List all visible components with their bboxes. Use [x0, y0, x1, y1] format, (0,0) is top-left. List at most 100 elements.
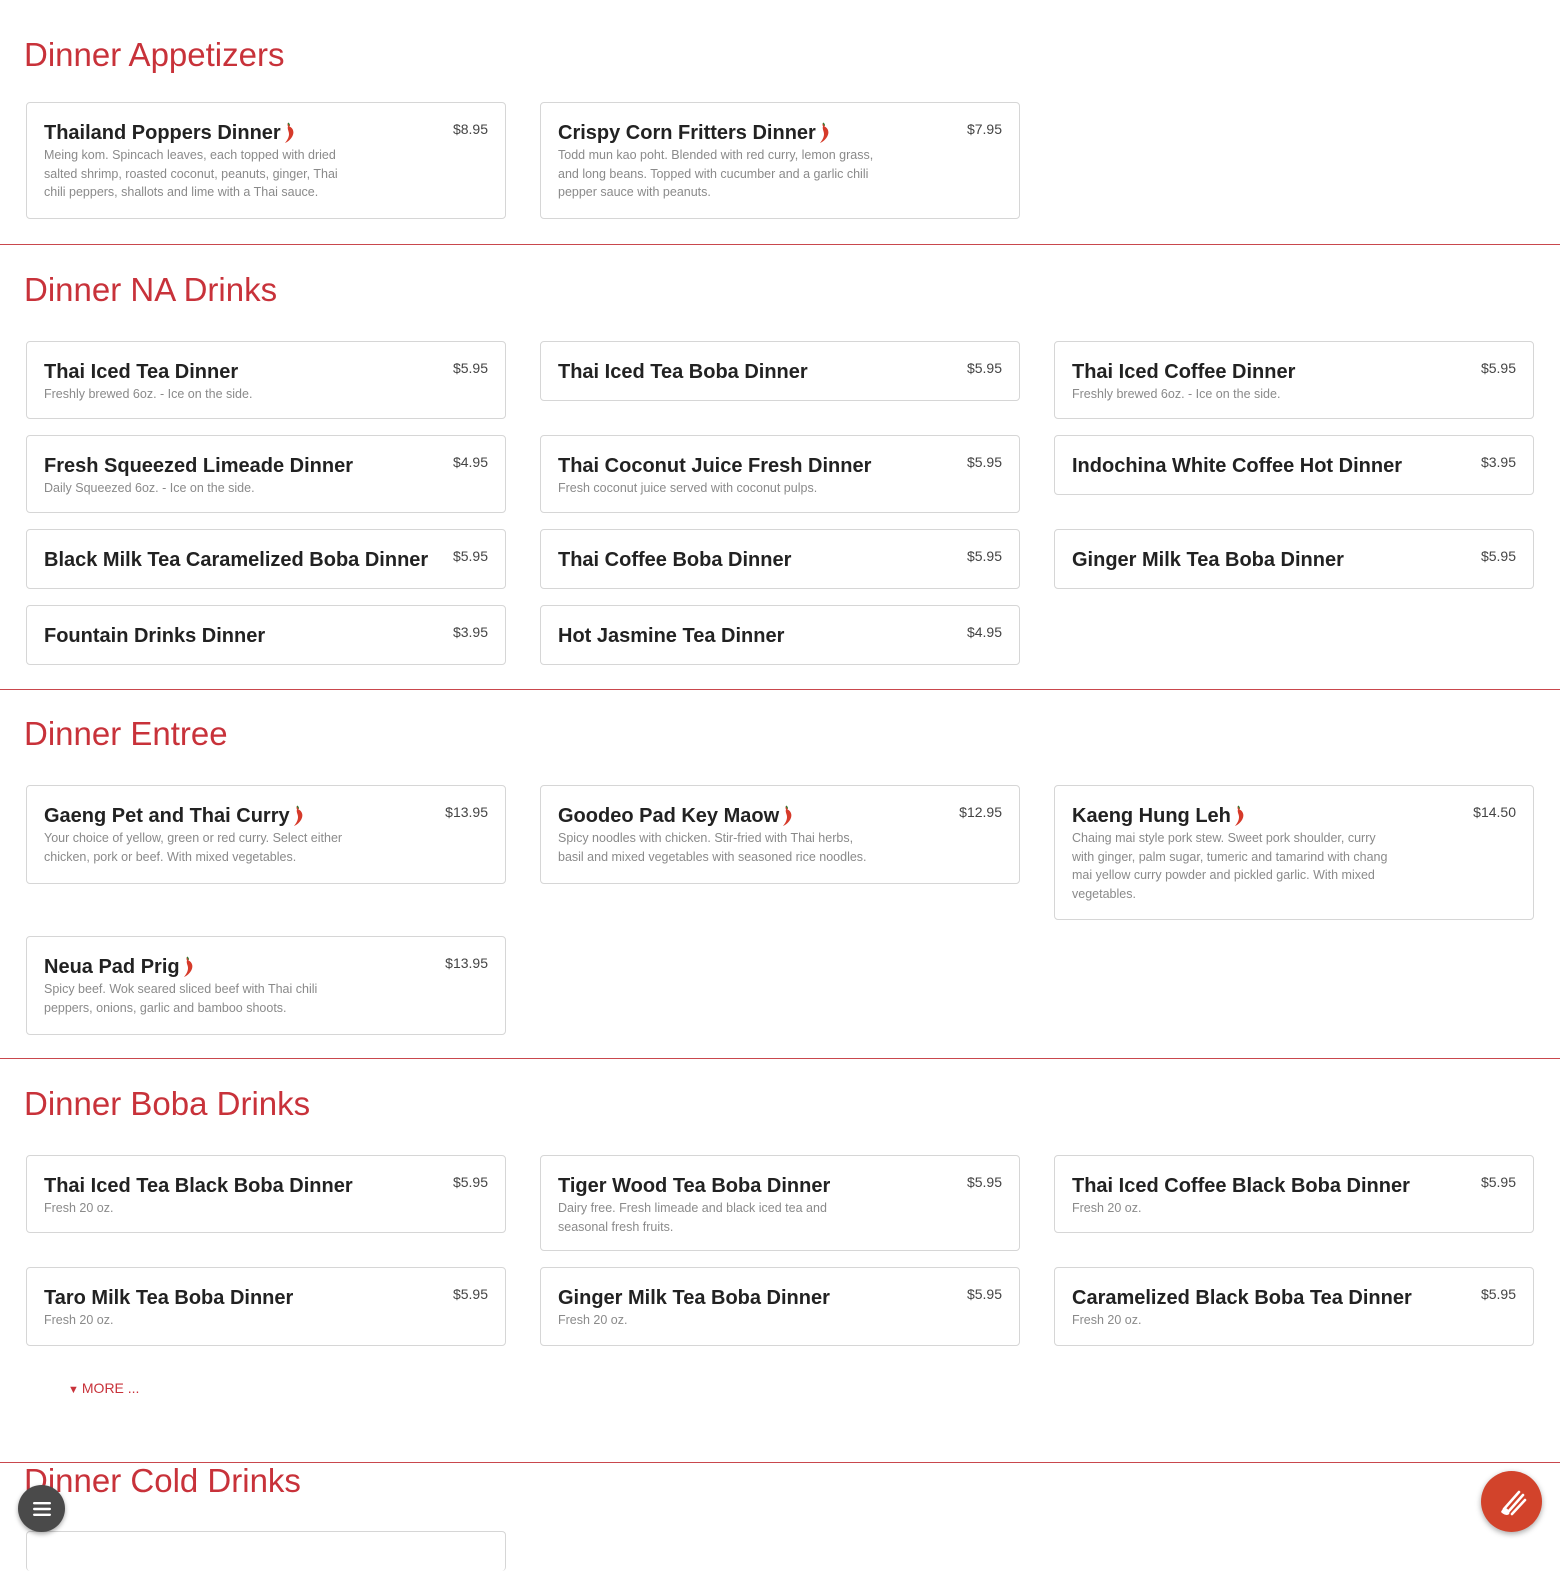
menu-item-card[interactable]: Thai Iced Tea Black Boba Dinner $5.95 Fres…: [26, 1155, 506, 1233]
menu-item-name: Thai Iced Coffee Dinner: [1072, 361, 1296, 383]
menu-item-header: Indochina White Coffee Hot Dinner $3.95: [1072, 453, 1516, 479]
menu-item-header: Tiger Wood Tea Boba Dinner $5.95: [558, 1173, 1002, 1199]
menu-item-header: Fresh Squeezed Limeade Dinner $4.95: [44, 453, 488, 479]
menu-item-price: $5.95: [452, 548, 488, 564]
menu-item-card[interactable]: Thai Coconut Juice Fresh Dinner $5.95 Fres…: [540, 435, 1020, 513]
menu-item-card[interactable]: Taro Milk Tea Boba Dinner $5.95 Fresh 20 o…: [26, 1267, 506, 1346]
menu-item-description: Spicy beef. Wok seared sliced beef with …: [44, 982, 318, 1015]
show-more-link[interactable]: ▼ MORE ...: [68, 1379, 139, 1399]
section-title: Dinner Boba Drinks: [24, 1085, 311, 1122]
menu-item-description: Todd mun kao poht. Blended with red curr…: [558, 148, 874, 199]
order-online-button[interactable]: [1481, 1471, 1542, 1532]
menu-section: Dinner NA Drinks Thai Iced Tea Dinner $5.9…: [0, 271, 1560, 690]
menu-item-description: Fresh 20 oz.: [1072, 1313, 1142, 1327]
menu-item-description: Chaing mai style pork stew. Sweet pork s…: [1072, 831, 1388, 901]
menu-item-card[interactable]: Caramelized Black Boba Tea Dinner $5.95 Fr…: [1054, 1267, 1534, 1346]
menu-item-header: Neua Pad Prig $13.95: [44, 954, 488, 980]
menu-item-grid: Gaeng Pet and Thai Curry $13.95 Your choic…: [0, 785, 1560, 1035]
menu-item-card[interactable]: Ginger Milk Tea Boba Dinner $5.95 Fresh 20…: [540, 1267, 1020, 1346]
menu-item-name: Taro Milk Tea Boba Dinner: [44, 1287, 294, 1309]
menu-item-card[interactable]: Neua Pad Prig $13.95 Spicy beef. Wok seare…: [26, 936, 506, 1035]
menu-item-price: $5.95: [452, 1174, 488, 1190]
menu-item-header: Kaeng Hung Leh $14.50: [1072, 803, 1516, 829]
menu-item-header: Fountain Drinks Dinner $3.95: [44, 623, 488, 649]
menu-item-card[interactable]: Kaeng Hung Leh $14.50 Chaing mai style por…: [1054, 785, 1534, 920]
chili-pepper-icon: [782, 805, 794, 832]
menu-item-price: $5.95: [966, 548, 1002, 564]
menu-item-name: Caramelized Black Boba Tea Dinner: [1072, 1287, 1412, 1309]
caret-down-icon: ▼: [68, 1384, 79, 1396]
menu-item-description: Daily Squeezed 6oz. - Ice on the side.: [44, 481, 255, 495]
menu-item-name: Goodeo Pad Key Maow: [558, 805, 780, 827]
menu-item-description: Dairy free. Fresh limeade and black iced…: [558, 1201, 827, 1234]
menu-item-header: Taro Milk Tea Boba Dinner $5.95: [44, 1285, 488, 1311]
order-online-icon: [1500, 1490, 1526, 1515]
menu-item-card[interactable]: Goodeo Pad Key Maow $12.95 Spicy noodles w…: [540, 785, 1020, 884]
menu-item-description: Fresh coconut juice served with coconut …: [558, 481, 818, 495]
menu-item-card[interactable]: [26, 1531, 506, 1571]
menu-item-name: Fresh Squeezed Limeade Dinner: [44, 455, 353, 477]
menu-item-name: Kaeng Hung Leh: [1072, 805, 1231, 827]
menu-item-card[interactable]: Indochina White Coffee Hot Dinner $3.95: [1054, 435, 1534, 495]
menu-item-name: Thai Iced Tea Dinner: [44, 361, 239, 383]
menu-item-header: Thai Iced Tea Dinner $5.95: [44, 359, 488, 385]
menu-item-card[interactable]: Tiger Wood Tea Boba Dinner $5.95 Dairy fre…: [540, 1155, 1020, 1251]
chili-pepper-icon: [293, 805, 305, 832]
menu-item-grid: Thai Iced Tea Black Boba Dinner $5.95 Fres…: [0, 1155, 1560, 1346]
menu-item-header: Ginger Milk Tea Boba Dinner $5.95: [558, 1285, 1002, 1311]
menu-item-header: Thai Coconut Juice Fresh Dinner $5.95: [558, 453, 1002, 479]
menu-item-price: $5.95: [452, 1286, 488, 1302]
menu-item-name: Crispy Corn Fritters Dinner: [558, 122, 816, 144]
menu-item-name: Thai Iced Coffee Black Boba Dinner: [1072, 1175, 1410, 1197]
menu-item-name: Indochina White Coffee Hot Dinner: [1072, 455, 1402, 477]
menu-item-description: Fresh 20 oz.: [44, 1313, 114, 1327]
menu-item-name: Tiger Wood Tea Boba Dinner: [558, 1175, 831, 1197]
chili-pepper-icon: [819, 122, 831, 149]
menu-item-price: $13.95: [445, 804, 488, 820]
menu-item-price: $14.50: [1473, 804, 1516, 820]
menu-item-price: $5.95: [966, 454, 1002, 470]
menu-item-card[interactable]: Ginger Milk Tea Boba Dinner $5.95: [1054, 529, 1534, 589]
chili-pepper-icon: [1234, 805, 1246, 832]
menu-item-price: $7.95: [966, 121, 1002, 137]
menu-item-name: Neua Pad Prig: [44, 956, 180, 978]
menu-fab-button[interactable]: [18, 1485, 65, 1532]
menu-item-header: Thai Iced Coffee Black Boba Dinner $5.95: [1072, 1173, 1516, 1199]
menu-item-grid: Thai Iced Tea Dinner $5.95 Freshly brewed …: [0, 341, 1560, 665]
menu-item-card[interactable]: Crispy Corn Fritters Dinner $7.95 Todd mun…: [540, 102, 1020, 219]
menu-item-price: $5.95: [966, 1286, 1002, 1302]
menu-item-description: Spicy noodles with chicken. Stir-fried w…: [558, 831, 867, 864]
menu-item-card[interactable]: Hot Jasmine Tea Dinner $4.95: [540, 605, 1020, 665]
menu-item-description: Freshly brewed 6oz. - Ice on the side.: [44, 387, 253, 401]
menu-item-card[interactable]: Thai Iced Coffee Dinner $5.95 Freshly brew…: [1054, 341, 1534, 419]
menu-item-price: $5.95: [966, 360, 1002, 376]
menu-item-card[interactable]: Thailand Poppers Dinner $8.95 Meing kom. S…: [26, 102, 506, 219]
menu-item-card[interactable]: Thai Iced Tea Dinner $5.95 Freshly brewed …: [26, 341, 506, 419]
menu-item-card[interactable]: Black Milk Tea Caramelized Boba Dinner $5…: [26, 529, 506, 589]
menu-item-header: Caramelized Black Boba Tea Dinner $5.95: [1072, 1285, 1516, 1311]
menu-section: Dinner Appetizers Thailand Poppers Dinner…: [0, 36, 1560, 245]
menu-item-card[interactable]: Fresh Squeezed Limeade Dinner $4.95 Daily …: [26, 435, 506, 513]
menu-item-name: Gaeng Pet and Thai Curry: [44, 805, 290, 827]
menu-item-header: Black Milk Tea Caramelized Boba Dinner $5…: [44, 547, 488, 573]
menu-item-description: Your choice of yellow, green or red curr…: [44, 831, 343, 864]
menu-item-card[interactable]: Thai Iced Tea Boba Dinner $5.95: [540, 341, 1020, 401]
menu-item-price: $8.95: [452, 121, 488, 137]
menu-item-price: $12.95: [959, 804, 1002, 820]
menu-item-header: Crispy Corn Fritters Dinner $7.95: [558, 120, 1002, 146]
menu-section: Dinner Cold Drinks: [0, 1462, 1560, 1571]
menu-section: Dinner Boba Drinks Thai Iced Tea Black Bo…: [0, 1085, 1560, 1463]
menu-item-header: Thai Iced Tea Boba Dinner $5.95: [558, 359, 1002, 385]
menu-item-card[interactable]: Gaeng Pet and Thai Curry $13.95 Your choic…: [26, 785, 506, 884]
menu-item-name: Fountain Drinks Dinner: [44, 625, 266, 647]
menu-item-header: Thai Coffee Boba Dinner $5.95: [558, 547, 1002, 573]
menu-item-description: Fresh 20 oz.: [44, 1201, 114, 1215]
menu-item-price: $3.95: [1480, 454, 1516, 470]
menu-item-card[interactable]: Thai Iced Coffee Black Boba Dinner $5.95 F…: [1054, 1155, 1534, 1233]
menu-item-price: $5.95: [1480, 360, 1516, 376]
menu-section: Dinner Entree Gaeng Pet and Thai Curry $13…: [0, 715, 1560, 1059]
menu-item-card[interactable]: Fountain Drinks Dinner $3.95: [26, 605, 506, 665]
menu-item-card[interactable]: Thai Coffee Boba Dinner $5.95: [540, 529, 1020, 589]
menu-item-price: $13.95: [445, 955, 488, 971]
menu-item-price: $5.95: [966, 1174, 1002, 1190]
